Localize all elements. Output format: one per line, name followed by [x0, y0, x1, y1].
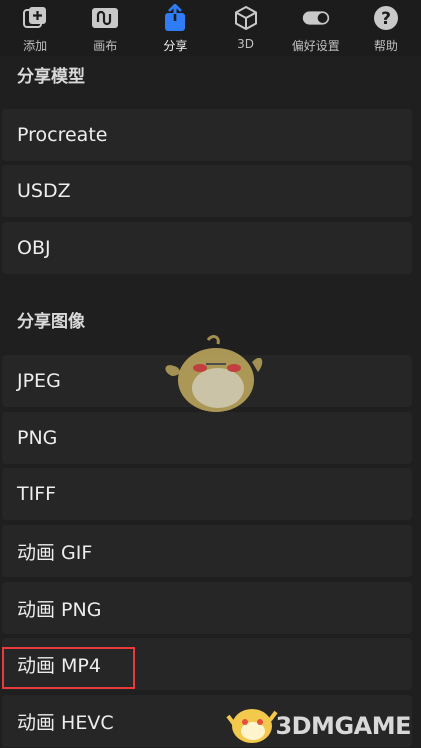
- option-label: PNG: [17, 427, 58, 449]
- add-layer-icon: [21, 4, 49, 32]
- tool-add-label: 添加: [23, 39, 48, 53]
- svg-text:?: ?: [381, 9, 391, 29]
- tool-help[interactable]: ? 帮助: [351, 0, 421, 54]
- option-label: Procreate: [17, 124, 108, 146]
- tool-canvas[interactable]: 画布: [70, 0, 140, 54]
- export-option-animated-png[interactable]: 动画 PNG: [2, 582, 412, 634]
- help-icon: ?: [372, 4, 400, 32]
- option-label: TIFF: [17, 483, 57, 505]
- tool-3d[interactable]: 3D: [211, 0, 281, 51]
- toggle-icon: [302, 4, 330, 32]
- tool-3d-label: 3D: [237, 37, 254, 51]
- export-option-usdz[interactable]: USDZ: [2, 165, 412, 217]
- share-icon: [161, 4, 189, 32]
- export-option-animated-gif[interactable]: 动画 GIF: [2, 525, 412, 577]
- tool-add[interactable]: 添加: [0, 0, 70, 54]
- export-option-animated-mp4[interactable]: 动画 MP4: [2, 638, 412, 690]
- tool-preferences-label: 偏好设置: [291, 39, 340, 53]
- export-option-obj[interactable]: OBJ: [2, 222, 412, 274]
- tool-preferences[interactable]: 偏好设置: [281, 0, 351, 54]
- tool-share[interactable]: 分享: [140, 0, 210, 54]
- option-label: 动画 PNG: [17, 598, 102, 621]
- tool-share-label: 分享: [163, 39, 188, 53]
- watermark-mascot-icon: [165, 335, 263, 412]
- export-option-png[interactable]: PNG: [2, 412, 412, 464]
- option-label: USDZ: [17, 180, 71, 202]
- tool-canvas-label: 画布: [93, 39, 118, 53]
- option-label: 动画 MP4: [17, 654, 101, 677]
- top-toolbar: 添加 画布 分享 3D 偏好设置 ? 帮助: [0, 0, 421, 56]
- canvas-icon: [91, 4, 119, 32]
- watermark-logo-icon: [226, 709, 278, 743]
- section-title-share-image: 分享图像: [17, 312, 85, 332]
- export-option-tiff[interactable]: TIFF: [2, 468, 412, 520]
- export-option-procreate[interactable]: Procreate: [2, 109, 412, 161]
- option-label: 动画 HEVC: [17, 711, 114, 734]
- tool-help-label: 帮助: [373, 39, 398, 53]
- option-label: OBJ: [17, 237, 51, 259]
- option-label: JPEG: [17, 370, 61, 392]
- watermark-text: 3DMGAME: [275, 712, 411, 740]
- cube-icon: [232, 4, 260, 32]
- option-label: 动画 GIF: [17, 541, 93, 564]
- section-title-share-model: 分享模型: [17, 67, 85, 87]
